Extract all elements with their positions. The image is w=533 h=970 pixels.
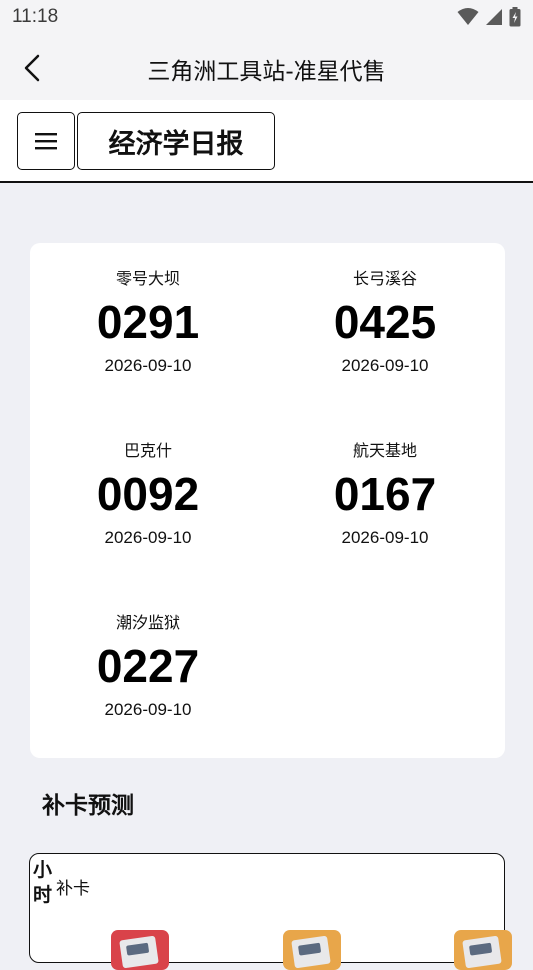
map-name: 长弓溪谷 <box>352 269 417 288</box>
hamburger-menu-icon <box>35 133 57 150</box>
item-thumbnail[interactable] <box>454 930 512 970</box>
code-item-2: 巴克什 0092 2026-09-10 <box>30 440 266 548</box>
hours-label: 小时 <box>33 859 53 906</box>
code-value: 0092 <box>96 468 200 520</box>
page-title: 三角洲工具站-准星代售 <box>147 59 386 85</box>
section-title-forecast: 补卡预测 <box>42 793 134 819</box>
app-bar: 三角洲工具站-准星代售 <box>0 34 533 100</box>
map-name: 零号大坝 <box>115 269 180 288</box>
code-value: 0227 <box>96 640 200 692</box>
code-value: 0425 <box>333 296 437 348</box>
code-date: 2026-09-10 <box>341 528 429 547</box>
status-icons <box>457 7 521 31</box>
code-item-0: 零号大坝 0291 2026-09-10 <box>30 268 266 376</box>
code-item-1: 长弓溪谷 0425 2026-09-10 <box>267 268 503 376</box>
battery-icon <box>509 7 521 31</box>
code-date: 2026-09-10 <box>104 528 192 547</box>
map-name: 潮汐监狱 <box>115 613 180 632</box>
code-value: 0291 <box>96 296 200 348</box>
code-card: 零号大坝 0291 2026-09-10 长弓溪谷 0425 2026-09-1… <box>30 243 505 758</box>
toolbar: 经济学日报 <box>0 100 533 183</box>
code-date: 2026-09-10 <box>104 356 192 375</box>
status-time: 11:18 <box>12 6 59 27</box>
code-item-4: 潮汐监狱 0227 2026-09-10 <box>30 612 266 720</box>
wifi-icon <box>457 8 479 30</box>
code-date: 2026-09-10 <box>341 356 429 375</box>
item-thumbnail[interactable] <box>283 930 341 970</box>
map-name: 巴克什 <box>123 441 172 460</box>
code-value: 0167 <box>333 468 437 520</box>
tab-economics-daily[interactable]: 经济学日报 <box>77 112 275 170</box>
item-thumbnail[interactable] <box>111 930 169 970</box>
forecast-card: 小时 补卡 <box>29 853 512 970</box>
status-bar: 11:18 <box>0 0 533 34</box>
card-label: 补卡 <box>56 879 90 899</box>
code-item-3: 航天基地 0167 2026-09-10 <box>267 440 503 548</box>
code-date: 2026-09-10 <box>104 700 192 719</box>
menu-button[interactable] <box>17 112 75 170</box>
map-name: 航天基地 <box>352 441 417 460</box>
signal-icon <box>485 8 503 30</box>
